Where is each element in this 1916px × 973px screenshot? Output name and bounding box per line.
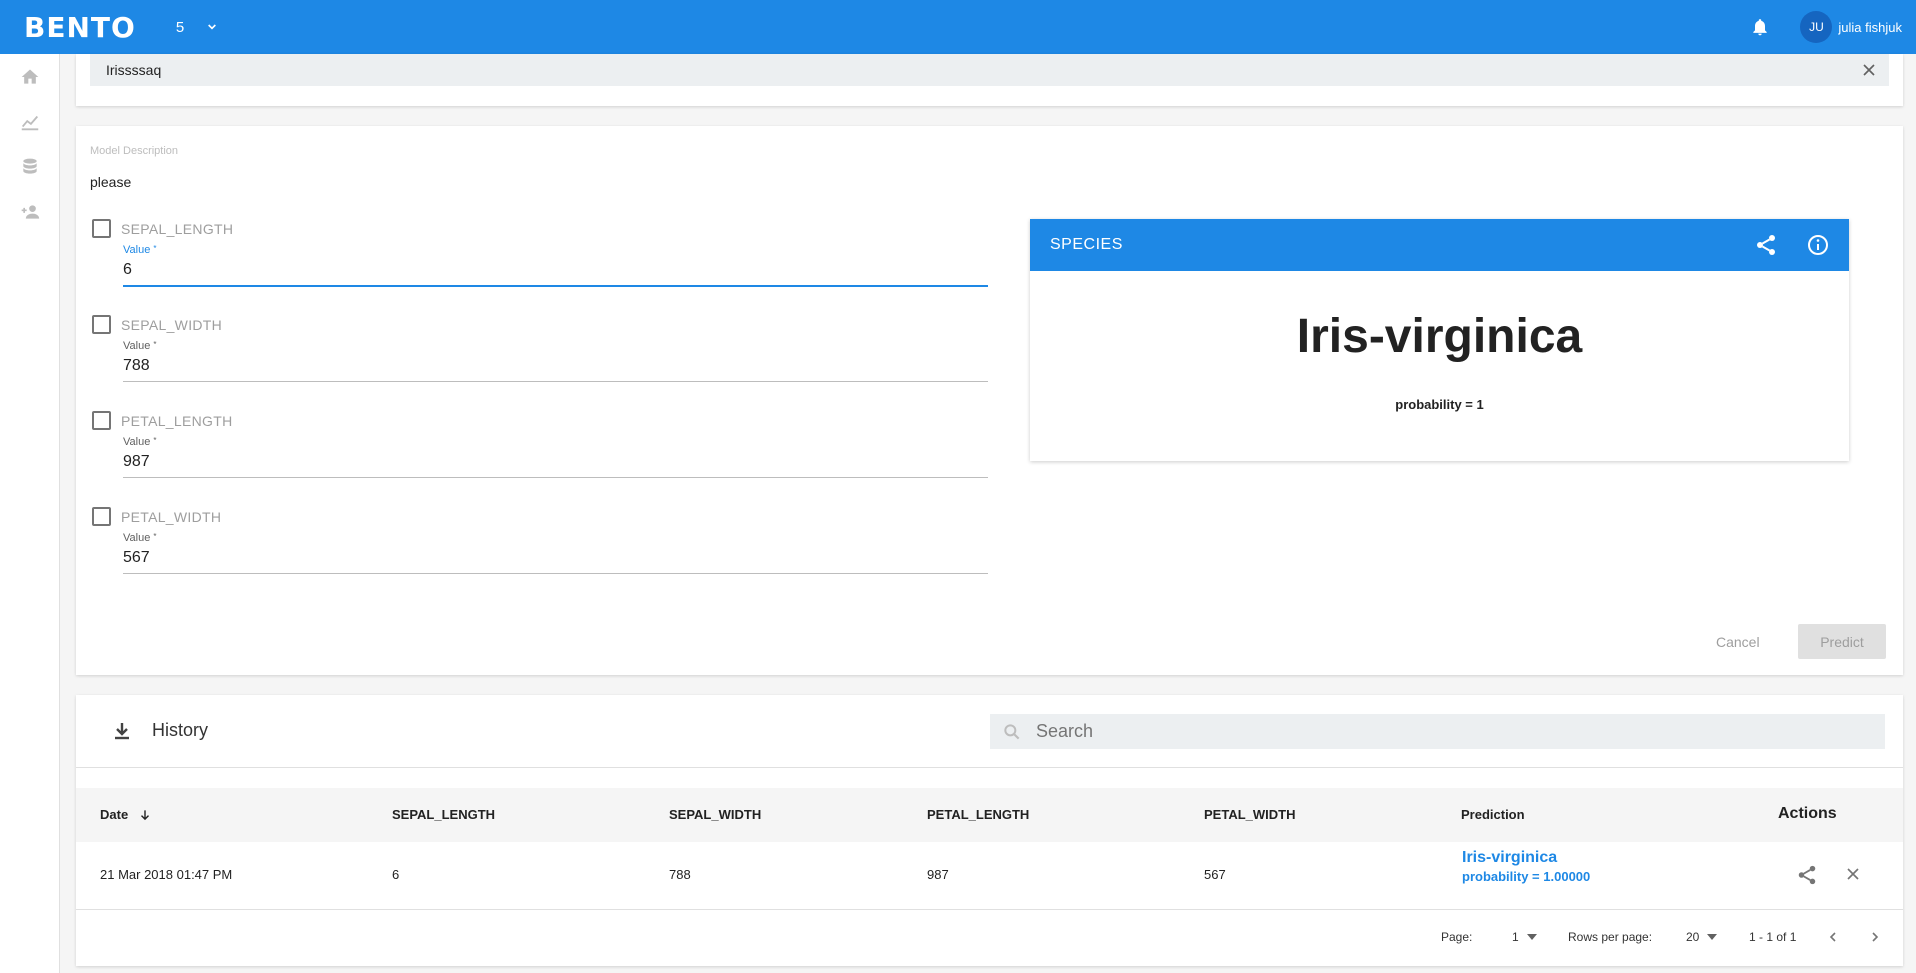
chevron-right-icon[interactable] — [1867, 929, 1883, 945]
database-icon[interactable] — [18, 155, 42, 179]
pagination-range: 1 - 1 of 1 — [1749, 930, 1797, 944]
home-icon[interactable] — [18, 65, 42, 89]
cell-petal-length: 987 — [927, 867, 949, 882]
feature-name: SEPAL_LENGTH — [121, 221, 234, 237]
page-select[interactable]: 1 — [1512, 930, 1537, 944]
chevron-left-icon[interactable] — [1825, 929, 1841, 945]
cell-sepal-length: 6 — [392, 867, 400, 882]
sort-arrow-down-icon — [141, 809, 150, 820]
chevron-down-icon — [208, 24, 217, 30]
cancel-button[interactable]: Cancel — [1716, 634, 1760, 650]
feature-checkbox[interactable] — [92, 507, 111, 526]
user-menu[interactable]: JU julia fishjuk — [1800, 11, 1902, 43]
feature-name: PETAL_LENGTH — [121, 413, 233, 429]
trending-chart-icon[interactable] — [18, 110, 42, 134]
predicted-probability: probability = 1 — [1395, 397, 1484, 412]
input-underline — [123, 285, 988, 287]
top-app-bar: BENTO 5 JU julia fishjuk — [0, 0, 1916, 54]
page-label: Page: — [1441, 930, 1473, 944]
value-label: Value * — [123, 436, 157, 448]
info-icon[interactable] — [1806, 233, 1830, 257]
feature-checkbox[interactable] — [92, 315, 111, 334]
history-search[interactable]: Search — [990, 714, 1885, 749]
history-title: History — [152, 720, 209, 740]
rows-per-page-label: Rows per page: — [1568, 930, 1653, 944]
input-underline — [123, 381, 988, 382]
share-icon[interactable] — [1796, 864, 1818, 886]
side-navigation — [0, 54, 60, 973]
cell-date: 21 Mar 2018 01:47 PM — [100, 867, 233, 882]
value-label: Value * — [123, 340, 157, 352]
dropdown-arrow-icon — [1707, 934, 1718, 940]
column-header-date[interactable]: Date — [100, 807, 152, 822]
feature-checkbox[interactable] — [92, 219, 111, 238]
feature-checkbox[interactable] — [92, 411, 111, 430]
value-input[interactable]: 788 — [123, 357, 150, 375]
delete-icon[interactable] — [1843, 864, 1863, 884]
value-input[interactable]: 987 — [123, 453, 150, 471]
table-header: Date SEPAL_LENGTH SEPAL_WIDTH PETAL_LENG… — [76, 788, 1903, 842]
description-value: please — [90, 174, 132, 190]
project-selector[interactable]: 5 — [176, 19, 220, 36]
feature-name: SEPAL_WIDTH — [121, 317, 223, 333]
cell-petal-width: 567 — [1204, 867, 1226, 882]
notification-bell-icon[interactable] — [1750, 16, 1770, 38]
column-header-actions: Actions — [1778, 805, 1837, 822]
divider — [76, 767, 1903, 768]
close-icon[interactable] — [1859, 60, 1879, 80]
dropdown-arrow-icon — [1526, 934, 1537, 940]
model-name: Irissssaq — [106, 62, 162, 78]
brand-logo[interactable]: BENTO — [24, 11, 136, 44]
search-placeholder: Search — [1036, 721, 1094, 741]
user-name: julia fishjuk — [1838, 19, 1902, 35]
column-header-prediction[interactable]: Prediction — [1461, 807, 1525, 822]
column-header-sepal-length[interactable]: SEPAL_LENGTH — [392, 807, 495, 822]
value-input[interactable]: 567 — [123, 549, 150, 567]
cell-prediction[interactable]: Iris-virginica — [1462, 849, 1557, 867]
result-header: SPECIES — [1030, 219, 1849, 271]
table-row[interactable]: 21 Mar 2018 01:47 PM 6 788 987 567 Iris-… — [76, 842, 1903, 910]
description-label: Model Description — [90, 145, 179, 157]
value-input[interactable]: 6 — [123, 261, 132, 279]
avatar: JU — [1800, 11, 1833, 43]
feature-name: PETAL_WIDTH — [121, 509, 222, 525]
search-icon — [1004, 723, 1020, 739]
value-label: Value * — [123, 244, 157, 256]
result-title: SPECIES — [1050, 236, 1123, 253]
share-icon[interactable] — [1754, 233, 1778, 257]
project-number: 5 — [175, 18, 185, 36]
predicted-species: Iris-virginica — [1296, 310, 1583, 363]
add-user-icon[interactable] — [18, 200, 42, 224]
cell-probability: probability = 1.00000 — [1462, 869, 1591, 884]
input-underline — [123, 573, 988, 574]
prediction-result-card: SPECIES Iris-virginica probability = 1 — [1030, 219, 1849, 461]
rows-per-page-select[interactable]: 20 — [1686, 930, 1718, 944]
value-label: Value * — [123, 532, 157, 544]
download-icon[interactable] — [110, 719, 134, 743]
model-name-field[interactable]: Irissssaq — [90, 54, 1889, 86]
input-underline — [123, 477, 988, 478]
column-header-sepal-width[interactable]: SEPAL_WIDTH — [669, 807, 761, 822]
column-header-petal-length[interactable]: PETAL_LENGTH — [927, 807, 1029, 822]
column-header-petal-width[interactable]: PETAL_WIDTH — [1204, 807, 1295, 822]
predict-button[interactable]: Predict — [1798, 624, 1886, 659]
cell-sepal-width: 788 — [669, 867, 691, 882]
